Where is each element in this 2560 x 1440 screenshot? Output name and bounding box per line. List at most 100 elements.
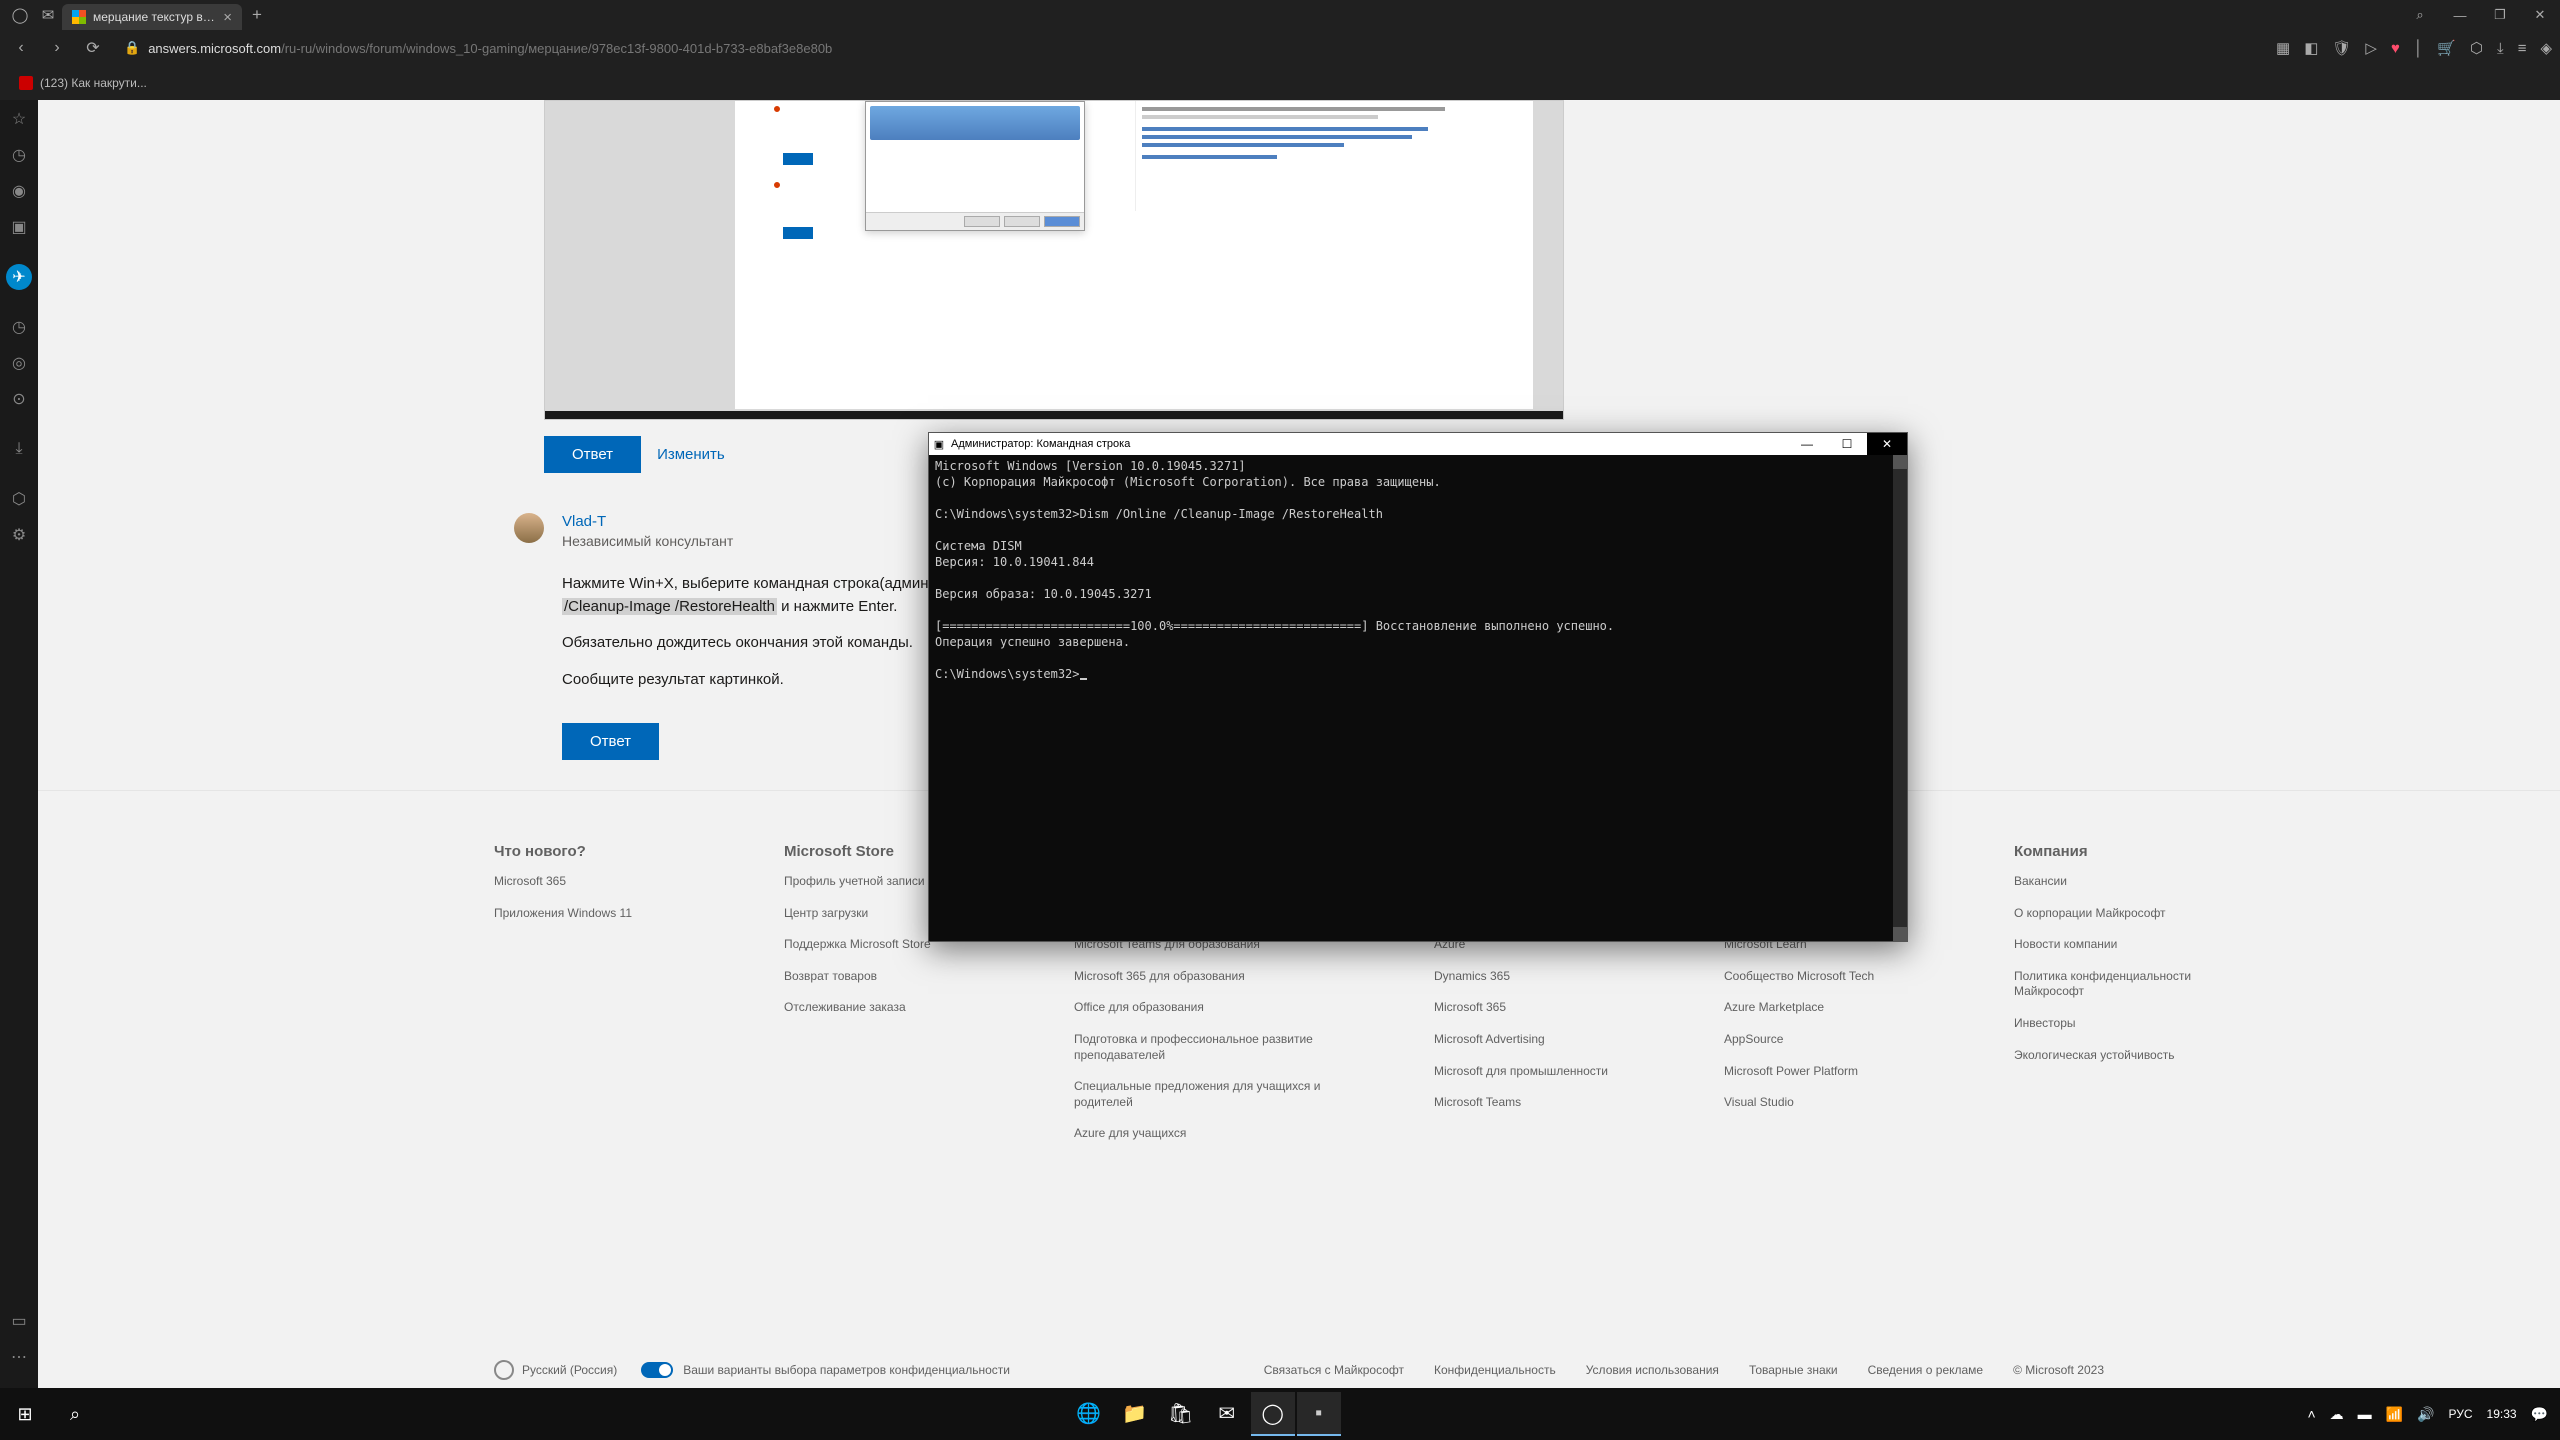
tray-notifications-icon[interactable]: 💬 xyxy=(2531,1406,2548,1423)
edit-link[interactable]: Изменить xyxy=(657,446,725,463)
footer-link[interactable]: Сообщество Microsoft Tech xyxy=(1724,969,1904,985)
footer-link[interactable]: Azure для учащихся xyxy=(1074,1126,1324,1142)
footer-bottom-link[interactable]: Связаться с Майкрософт xyxy=(1264,1363,1404,1377)
avatar[interactable] xyxy=(514,513,544,543)
back-button[interactable]: ‹ xyxy=(8,35,34,61)
footer-link[interactable]: Экологическая устойчивость xyxy=(2014,1048,2264,1064)
download-icon[interactable]: ⤓ xyxy=(2497,40,2504,57)
footer-link[interactable]: О корпорации Майкрософт xyxy=(2014,906,2264,922)
footer-link[interactable]: Microsoft Power Platform xyxy=(1724,1064,1904,1080)
forward-button[interactable]: › xyxy=(44,35,70,61)
cmd-titlebar[interactable]: ▣ Администратор: Командная строка — ☐ ✕ xyxy=(929,433,1907,455)
bookmark-icon[interactable]: ☆ xyxy=(6,106,32,132)
cmd-window[interactable]: ▣ Администратор: Командная строка — ☐ ✕ … xyxy=(928,432,1908,942)
footer-link[interactable]: Microsoft для промышленности xyxy=(1434,1064,1614,1080)
taskbar-edge-icon[interactable]: 🌐 xyxy=(1067,1392,1111,1436)
tray-bar-icon[interactable]: ▬ xyxy=(2358,1406,2372,1422)
taskbar-explorer-icon[interactable]: 📁 xyxy=(1113,1392,1157,1436)
history-icon[interactable]: ⊙ xyxy=(6,386,32,412)
start-button[interactable]: ⊞ xyxy=(0,1388,50,1440)
tile-icon[interactable]: ▦ xyxy=(2276,39,2290,57)
cmd-maximize-icon[interactable]: ☐ xyxy=(1827,433,1867,455)
pip-icon[interactable]: ▭ xyxy=(6,1308,32,1334)
tray-onedrive-icon[interactable]: ☁ xyxy=(2330,1406,2344,1423)
bookmark-item[interactable]: (123) Как накрути... xyxy=(12,73,154,93)
camera-icon[interactable]: ◧ xyxy=(2304,39,2318,57)
footer-link[interactable]: Microsoft 365 xyxy=(494,874,674,890)
footer-link[interactable]: AppSource xyxy=(1724,1032,1904,1048)
cmd-scrollbar[interactable] xyxy=(1893,455,1907,941)
window-controls: ⌕ — ❐ ✕ xyxy=(2400,0,2560,30)
footer-bottom-link[interactable]: Конфиденциальность xyxy=(1434,1363,1556,1377)
url-bar[interactable]: 🔒 answers.microsoft.com/ru-ru/windows/fo… xyxy=(116,40,2266,56)
footer-col-1: Что нового? Microsoft 365 Приложения Win… xyxy=(494,843,674,1158)
footer-bottom-link[interactable]: Условия использования xyxy=(1586,1363,1719,1377)
minimize-icon[interactable]: — xyxy=(2440,0,2480,30)
clock2-icon[interactable]: ◷ xyxy=(6,314,32,340)
footer-link[interactable]: Вакансии xyxy=(2014,874,2264,890)
footer-link[interactable]: Dynamics 365 xyxy=(1434,969,1614,985)
taskbar-search-icon[interactable]: ⌕ xyxy=(50,1388,100,1440)
taskbar-opera-icon[interactable]: ◯ xyxy=(1251,1392,1295,1436)
telegram-icon[interactable]: ✈ xyxy=(6,264,32,290)
clock-icon[interactable]: ◷ xyxy=(6,142,32,168)
footer-link[interactable]: Новости компании xyxy=(2014,937,2264,953)
close-icon[interactable]: ✕ xyxy=(2520,0,2560,30)
cart-icon[interactable]: 🛒 xyxy=(2437,39,2456,57)
cube-icon[interactable]: ⬡ xyxy=(2470,39,2483,57)
reload-button[interactable]: ⟳ xyxy=(80,35,106,61)
footer-link[interactable]: Приложения Windows 11 xyxy=(494,906,674,922)
footer-link[interactable]: Microsoft 365 для образования xyxy=(1074,969,1324,985)
mail-icon[interactable]: ✉ xyxy=(34,1,62,29)
tray-volume-icon[interactable]: 🔊 xyxy=(2417,1406,2434,1423)
play-icon[interactable]: ▷ xyxy=(2365,39,2377,57)
tab-strip: ◯ ✉ мерцание текстур в игра... × + xyxy=(0,0,2560,30)
footer-bottom-link[interactable]: Товарные знаки xyxy=(1749,1363,1838,1377)
cmd-close-icon[interactable]: ✕ xyxy=(1867,433,1907,455)
footer-link[interactable]: Azure Marketplace xyxy=(1724,1000,1904,1016)
footer-link[interactable]: Microsoft Advertising xyxy=(1434,1032,1614,1048)
search-icon[interactable]: ⌕ xyxy=(2400,0,2440,30)
opera-icon[interactable]: ◯ xyxy=(6,1,34,29)
reply-button-2[interactable]: Ответ xyxy=(562,723,659,760)
maximize-icon[interactable]: ❐ xyxy=(2480,0,2520,30)
chat-icon[interactable]: ◉ xyxy=(6,178,32,204)
profile-icon[interactable]: ◈ xyxy=(2540,39,2552,57)
reply-button[interactable]: Ответ xyxy=(544,436,641,473)
taskbar-mail-icon[interactable]: ✉ xyxy=(1205,1392,1249,1436)
taskbar-cmd-icon[interactable]: ▪ xyxy=(1297,1392,1341,1436)
tray-language[interactable]: РУС xyxy=(2449,1407,2473,1421)
gallery-icon[interactable]: ▣ xyxy=(6,214,32,240)
browser-tab[interactable]: мерцание текстур в игра... × xyxy=(62,4,242,30)
download2-icon[interactable]: ⤓ xyxy=(6,436,32,462)
embedded-screenshot[interactable] xyxy=(544,100,1564,420)
footer-link[interactable]: Office для образования xyxy=(1074,1000,1324,1016)
tray-chevron-icon[interactable]: ˄ xyxy=(2307,1406,2315,1422)
box-icon[interactable]: ⬡ xyxy=(6,486,32,512)
feed-icon[interactable]: ◎ xyxy=(6,350,32,376)
privacy-toggle[interactable]: Ваши варианты выбора параметров конфиден… xyxy=(641,1362,1010,1378)
footer-link[interactable]: Инвесторы xyxy=(2014,1016,2264,1032)
language-selector[interactable]: Русский (Россия) xyxy=(494,1360,617,1380)
more-icon[interactable]: ⋯ xyxy=(6,1344,32,1370)
tab-close-icon[interactable]: × xyxy=(223,9,232,26)
footer-link[interactable]: Политика конфиденциальности Майкрософт xyxy=(2014,969,2264,1000)
footer-link[interactable]: Подготовка и профессиональное развитие п… xyxy=(1074,1032,1324,1063)
taskbar-store-icon[interactable]: 🛍 xyxy=(1159,1392,1203,1436)
tray-clock[interactable]: 19:33 xyxy=(2487,1407,2517,1421)
footer-link[interactable]: Microsoft 365 xyxy=(1434,1000,1614,1016)
shield-icon[interactable]: 🛡 xyxy=(2332,39,2351,57)
menu-icon[interactable]: ≡ xyxy=(2518,40,2527,57)
cmd-body[interactable]: Microsoft Windows [Version 10.0.19045.32… xyxy=(929,455,1907,941)
footer-link[interactable]: Отслеживание заказа xyxy=(784,1000,964,1016)
footer-link[interactable]: Возврат товаров xyxy=(784,969,964,985)
cmd-minimize-icon[interactable]: — xyxy=(1787,433,1827,455)
footer-link[interactable]: Специальные предложения для учащихся и р… xyxy=(1074,1079,1324,1110)
gear-icon[interactable]: ⚙ xyxy=(6,522,32,548)
footer-link[interactable]: Microsoft Teams xyxy=(1434,1095,1614,1111)
new-tab-button[interactable]: + xyxy=(242,5,272,25)
tray-wifi-icon[interactable]: 📶 xyxy=(2386,1406,2403,1423)
footer-link[interactable]: Visual Studio xyxy=(1724,1095,1904,1111)
heart-icon[interactable]: ♥ xyxy=(2391,40,2400,57)
footer-bottom-link[interactable]: Сведения о рекламе xyxy=(1868,1363,1984,1377)
